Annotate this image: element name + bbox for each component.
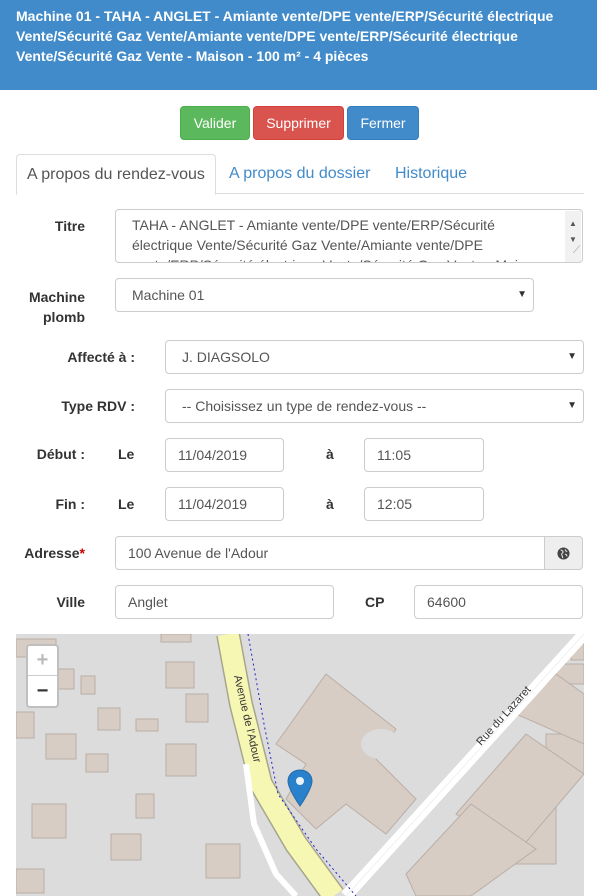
tab-appointment[interactable]: A propos du rendez-vous xyxy=(16,154,216,195)
assigned-select[interactable]: J. DIAGSOLO ▼ xyxy=(165,340,584,374)
address-label: Adresse* xyxy=(20,545,85,561)
postal-code-input[interactable]: 64600 xyxy=(414,585,583,619)
end-label: Fin : xyxy=(55,496,85,512)
required-marker: * xyxy=(79,545,85,561)
appointment-header: Machine 01 - TAHA - ANGLET - Amiante ven… xyxy=(0,0,597,90)
zoom-control: + − xyxy=(26,644,59,708)
machine-label-line: plomb xyxy=(43,309,85,325)
zoom-out-button[interactable]: − xyxy=(28,676,57,706)
resize-handle-icon[interactable]: ⟋ xyxy=(573,241,580,261)
caret-down-icon: ▼ xyxy=(567,400,577,411)
end-date-prefix: Le xyxy=(118,496,135,512)
machine-label: Machine plomb xyxy=(20,287,85,327)
postal-code-label: CP xyxy=(365,594,385,610)
start-time-input[interactable]: 11:05 xyxy=(364,438,484,472)
start-date-prefix: Le xyxy=(118,446,135,462)
caret-down-icon: ▼ xyxy=(567,351,577,362)
appointment-type-select[interactable]: -- Choisissez un type de rendez-vous -- … xyxy=(165,389,584,423)
building-courtyard xyxy=(361,729,401,759)
address-label-text: Adresse xyxy=(24,545,80,561)
end-time-input[interactable]: 12:05 xyxy=(364,487,484,521)
machine-select-value: Machine 01 xyxy=(132,287,205,303)
title-text-line: électrique Vente/Sécurité Gaz Vente/Amia… xyxy=(132,237,483,253)
map-view[interactable]: Avenue de l'Adour Rue du Lazaret + − xyxy=(16,634,584,896)
close-button[interactable]: Fermer xyxy=(347,106,419,140)
title-text-line: vente/ERP/Sécurité électrique Vente/Sécu… xyxy=(132,255,554,262)
caret-down-icon: ▼ xyxy=(517,289,527,300)
header-line: Vente/Sécurité Gaz Vente/Amiante vente/D… xyxy=(16,28,518,44)
start-label: Début : xyxy=(36,446,85,462)
validate-button[interactable]: Valider xyxy=(180,106,250,140)
delete-button[interactable]: Supprimer xyxy=(253,106,344,140)
machine-label-line: Machine xyxy=(28,289,85,305)
start-time-prefix: à xyxy=(326,446,334,462)
header-line: Machine 01 - TAHA - ANGLET - Amiante ven… xyxy=(16,8,554,24)
address-input[interactable]: 100 Avenue de l'Adour xyxy=(115,536,545,570)
city-input[interactable]: Anglet xyxy=(115,585,334,619)
end-date-input[interactable]: 11/04/2019 xyxy=(165,487,284,521)
title-text-line: TAHA - ANGLET - Amiante vente/DPE vente/… xyxy=(132,217,495,233)
end-time-prefix: à xyxy=(326,496,334,512)
machine-select[interactable]: Machine 01 ▼ xyxy=(115,278,534,312)
assigned-label: Affecté à : xyxy=(67,349,135,365)
start-date-input[interactable]: 11/04/2019 xyxy=(165,438,284,472)
tab-history[interactable]: Historique xyxy=(385,154,477,194)
assigned-select-value: J. DIAGSOLO xyxy=(182,349,270,365)
globe-icon xyxy=(557,546,570,560)
header-line: Vente/Sécurité Gaz Vente - Maison - 100 … xyxy=(16,48,369,64)
geolocate-button[interactable] xyxy=(544,536,583,570)
appointment-type-label: Type RDV : xyxy=(61,398,135,414)
title-label: Titre xyxy=(54,218,85,234)
zoom-in-button[interactable]: + xyxy=(28,646,57,676)
appointment-type-value: -- Choisissez un type de rendez-vous -- xyxy=(182,398,427,414)
city-label: Ville xyxy=(56,594,85,610)
tab-bar: A propos du rendez-vous A propos du doss… xyxy=(16,154,584,195)
title-textarea[interactable]: TAHA - ANGLET - Amiante vente/DPE vente/… xyxy=(115,209,583,263)
tab-file[interactable]: A propos du dossier xyxy=(219,154,380,194)
map-tiles: Avenue de l'Adour Rue du Lazaret xyxy=(16,634,584,896)
